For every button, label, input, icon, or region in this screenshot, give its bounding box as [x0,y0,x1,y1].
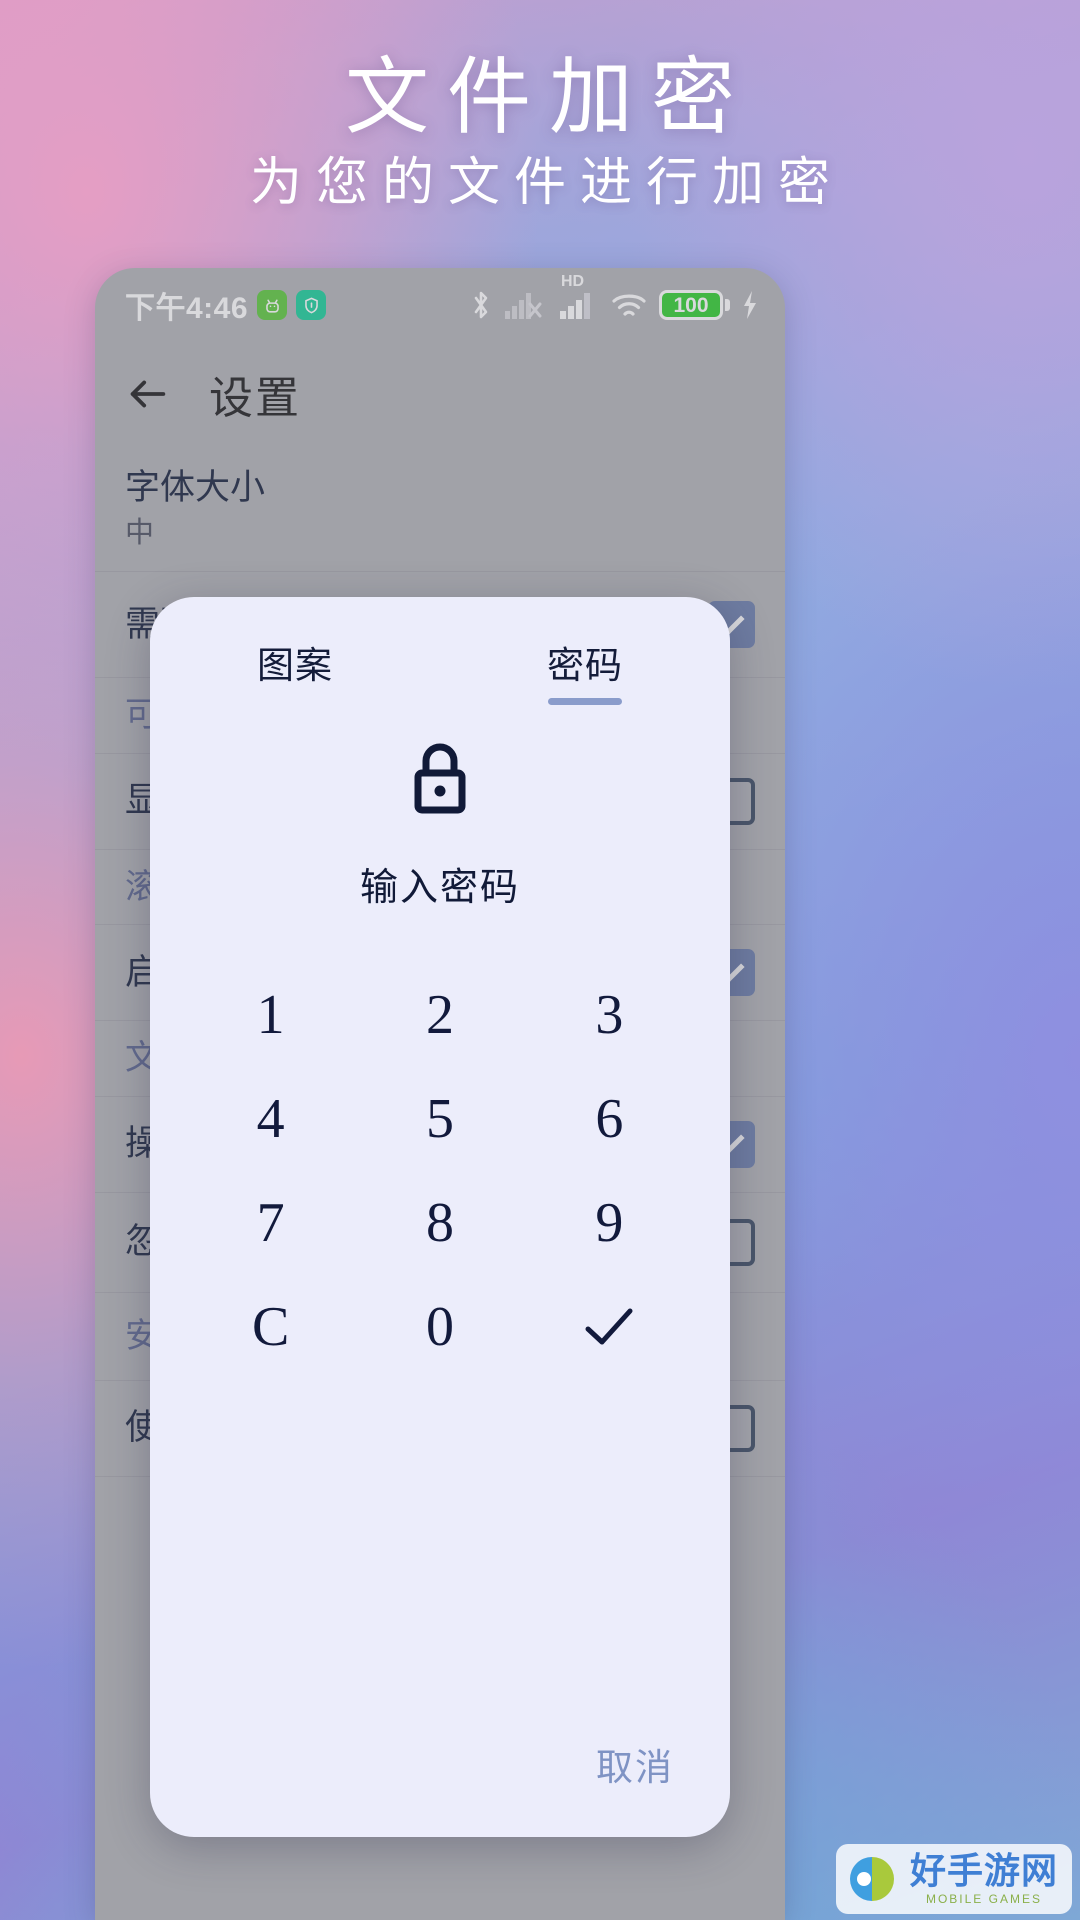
watermark-subtitle: MOBILE GAMES [925,1892,1042,1906]
tab-pattern[interactable]: 图案 [150,627,440,707]
lock-icon [414,743,466,814]
cancel-button[interactable]: 取消 [596,1737,674,1791]
password-dialog: 图案 密码 输入密码 1 2 3 4 5 6 7 8 9 C 0 取消 [150,597,730,1837]
poster-subtitle: 为您的文件进行加密 [249,153,844,213]
watermark-logo-icon [846,1853,898,1905]
key-3[interactable]: 3 [525,963,694,1067]
lock-area: 输入密码 [150,739,730,911]
key-0[interactable]: 0 [355,1275,524,1379]
key-8[interactable]: 8 [355,1171,524,1275]
key-6[interactable]: 6 [525,1067,694,1171]
key-7[interactable]: 7 [186,1171,355,1275]
watermark-title: 好手游网 [909,1850,1058,1891]
tab-active-indicator [548,698,622,705]
tab-password-label: 密码 [547,645,623,686]
phone-screenshot: 下午4:46 HD 100 设置 字体大小 中 可 显 滚 启 文 操 忽 安 … [95,268,785,1920]
key-4[interactable]: 4 [186,1067,355,1171]
key-9[interactable]: 9 [525,1171,694,1275]
key-confirm[interactable] [525,1275,694,1379]
tab-pattern-label: 图案 [257,645,333,686]
key-5[interactable]: 5 [355,1067,524,1171]
dialog-tabs: 图案 密码 [150,597,730,707]
key-1[interactable]: 1 [186,963,355,1067]
key-2[interactable]: 2 [355,963,524,1067]
watermark: 好手游网 MOBILE GAMES [835,1844,1072,1914]
prompt-text: 输入密码 [359,867,520,909]
keypad: 1 2 3 4 5 6 7 8 9 C 0 [150,963,730,1379]
dialog-actions: 取消 [150,1737,730,1837]
tab-password[interactable]: 密码 [440,627,730,707]
poster-title: 文件加密 [344,48,753,146]
key-clear[interactable]: C [186,1275,355,1379]
check-icon [585,1308,633,1345]
